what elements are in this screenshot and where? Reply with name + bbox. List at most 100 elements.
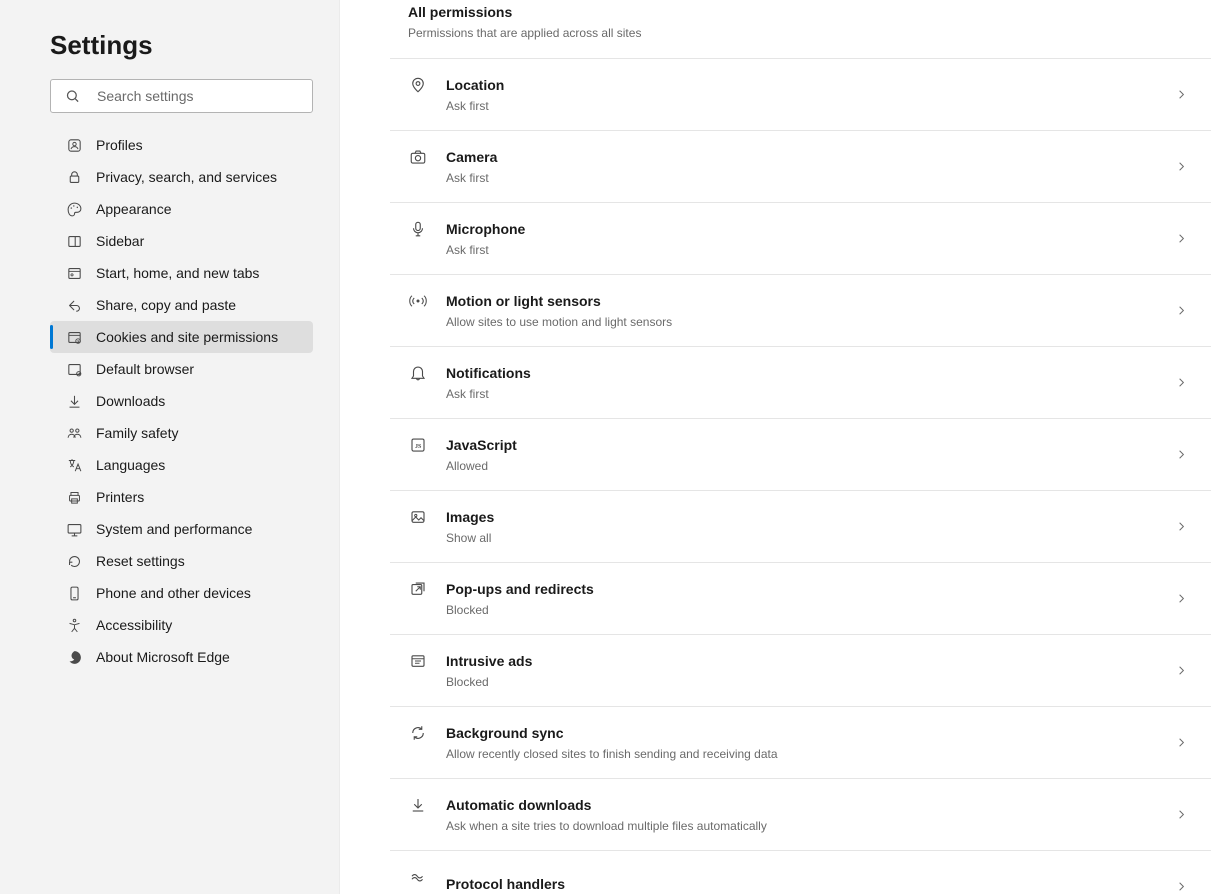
sidebar-item-accessibility[interactable]: Accessibility [50, 609, 313, 641]
permission-row-intrusive-ads[interactable]: Intrusive adsBlocked [390, 635, 1211, 707]
motion-icon [408, 292, 428, 310]
intrusive-ads-icon [408, 652, 428, 670]
permission-title: Camera [446, 149, 1174, 165]
sidebar-item-label: Start, home, and new tabs [96, 265, 259, 281]
permission-sub: Ask first [446, 243, 1174, 257]
sidebar-item-start[interactable]: Start, home, and new tabs [50, 257, 313, 289]
permission-title: Motion or light sensors [446, 293, 1174, 309]
permission-text: LocationAsk first [446, 77, 1174, 113]
permission-sub: Allow sites to use motion and light sens… [446, 315, 1174, 329]
chevron-right-icon [1174, 807, 1189, 822]
chevron-right-icon [1174, 519, 1189, 534]
sidebar-item-label: Languages [96, 457, 165, 473]
downloads-icon [64, 393, 84, 410]
permission-row-location[interactable]: LocationAsk first [390, 59, 1211, 131]
permission-row-motion[interactable]: Motion or light sensors Allow sites to us… [390, 275, 1211, 347]
search-input[interactable] [50, 79, 313, 113]
sidebar-item-label: Printers [96, 489, 144, 505]
permission-sub: Show all [446, 531, 1174, 545]
permission-row-protocol-handlers[interactable]: Protocol handlers [390, 851, 1211, 894]
permission-row-microphone[interactable]: Microphone Ask first [390, 203, 1211, 275]
permission-sub: Ask first [446, 99, 1174, 113]
sidebar-item-label: Family safety [96, 425, 178, 441]
settings-sidebar: Settings Profiles Privacy, search, and se… [0, 0, 340, 894]
sidebar-item-label: Phone and other devices [96, 585, 251, 601]
share-icon [64, 297, 84, 314]
cookies-icon [64, 329, 84, 346]
sidebar-item-sidebar[interactable]: Sidebar [50, 225, 313, 257]
sidebar-item-family[interactable]: Family safety [50, 417, 313, 449]
section-subtitle: Permissions that are applied across all … [408, 26, 1189, 40]
sidebar-item-share[interactable]: Share, copy and paste [50, 289, 313, 321]
permission-row-auto-downloads[interactable]: Automatic downloads Ask when a site tries… [390, 779, 1211, 851]
permission-title: JavaScript [446, 437, 1174, 453]
permission-sub: Blocked [446, 603, 1174, 617]
chevron-right-icon [1174, 87, 1189, 102]
about-icon [64, 649, 84, 666]
sidebar-item-label: Privacy, search, and services [96, 169, 277, 185]
sidebar-item-label: Accessibility [96, 617, 172, 633]
permission-row-background-sync[interactable]: Background syncAllow recently closed sit… [390, 707, 1211, 779]
sidebar-item-label: Share, copy and paste [96, 297, 236, 313]
permission-row-images[interactable]: ImagesShow all [390, 491, 1211, 563]
permission-text: Motion or light sensors Allow sites to us… [446, 293, 1174, 329]
sidebar-item-about[interactable]: About Microsoft Edge [50, 641, 313, 673]
permission-list: LocationAsk firstCameraAsk firstMicropho… [390, 59, 1211, 894]
sidebar-item-privacy[interactable]: Privacy, search, and services [50, 161, 313, 193]
page-title: Settings [50, 30, 313, 61]
sidebar-item-label: Appearance [96, 201, 172, 217]
search-wrap [50, 79, 313, 113]
sidebar-item-printers[interactable]: Printers [50, 481, 313, 513]
permission-sub: Allowed [446, 459, 1174, 473]
permission-text: Microphone Ask first [446, 221, 1174, 257]
sidebar-item-profiles[interactable]: Profiles [50, 129, 313, 161]
default-browser-icon [64, 361, 84, 378]
search-icon [65, 89, 80, 104]
sidebar-icon [64, 233, 84, 250]
javascript-icon [408, 436, 428, 454]
chevron-right-icon [1174, 447, 1189, 462]
location-icon [408, 76, 428, 94]
family-icon [64, 425, 84, 442]
notifications-icon [408, 364, 428, 382]
sidebar-item-system[interactable]: System and performance [50, 513, 313, 545]
languages-icon [64, 457, 84, 474]
section-header: All permissions Permissions that are app… [390, 0, 1211, 59]
start-icon [64, 265, 84, 282]
chevron-right-icon [1174, 303, 1189, 318]
permission-row-notifications[interactable]: NotificationsAsk first [390, 347, 1211, 419]
sidebar-item-label: Reset settings [96, 553, 185, 569]
sidebar-item-phone[interactable]: Phone and other devices [50, 577, 313, 609]
permission-row-javascript[interactable]: JavaScript Allowed [390, 419, 1211, 491]
sidebar-item-default-browser[interactable]: Default browser [50, 353, 313, 385]
permission-title: Notifications [446, 365, 1174, 381]
sidebar-item-cookies[interactable]: Cookies and site permissions [50, 321, 313, 353]
chevron-right-icon [1174, 591, 1189, 606]
sidebar-item-languages[interactable]: Languages [50, 449, 313, 481]
sidebar-item-appearance[interactable]: Appearance [50, 193, 313, 225]
permission-title: Microphone [446, 221, 1174, 237]
camera-icon [408, 148, 428, 166]
permission-title: Automatic downloads [446, 797, 1174, 813]
sidebar-item-label: Cookies and site permissions [96, 329, 278, 345]
system-icon [64, 521, 84, 538]
main-content: All permissions Permissions that are app… [340, 0, 1219, 894]
permission-title: Protocol handlers [446, 876, 1174, 892]
sidebar-item-label: Default browser [96, 361, 194, 377]
permission-sub: Allow recently closed sites to finish se… [446, 747, 1174, 761]
printers-icon [64, 489, 84, 506]
permission-row-popups[interactable]: Pop-ups and redirects Blocked [390, 563, 1211, 635]
permission-title: Pop-ups and redirects [446, 581, 1174, 597]
accessibility-icon [64, 617, 84, 634]
popups-icon [408, 580, 428, 598]
microphone-icon [408, 220, 428, 238]
sidebar-item-reset[interactable]: Reset settings [50, 545, 313, 577]
sidebar-item-downloads[interactable]: Downloads [50, 385, 313, 417]
permission-sub: Ask when a site tries to download multip… [446, 819, 1174, 833]
permission-row-camera[interactable]: CameraAsk first [390, 131, 1211, 203]
chevron-right-icon [1174, 231, 1189, 246]
reset-icon [64, 553, 84, 570]
protocol-handlers-icon [408, 868, 428, 886]
auto-downloads-icon [408, 796, 428, 814]
permission-text: CameraAsk first [446, 149, 1174, 185]
